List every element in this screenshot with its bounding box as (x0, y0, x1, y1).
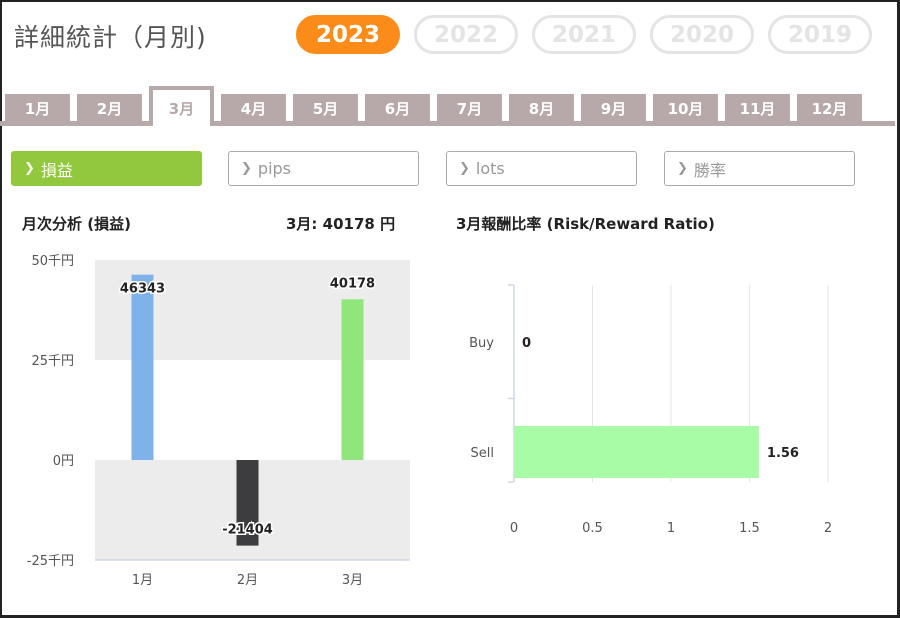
tab-month-3[interactable]: 3月 (149, 86, 214, 126)
tab-month-9[interactable]: 9月 (581, 94, 646, 122)
y-tick-label: 25千円 (31, 354, 74, 369)
monthly-pnl-chart: 50千円 25千円 0円 -25千円 46343 1月 -21404 2月 40178 3月 (27, 254, 410, 588)
tab-month-6[interactable]: 6月 (365, 94, 430, 122)
tab-month-1[interactable]: 1月 (5, 94, 70, 122)
metric-label: pips (257, 159, 291, 178)
year-2023-button[interactable]: 2023 (296, 15, 400, 54)
right-chart-title: 3月報酬比率 (Risk/Reward Ratio) (456, 215, 715, 233)
y-tick-label: Sell (471, 446, 494, 461)
data-label: 40178 (330, 276, 375, 291)
data-label: -21404 (222, 523, 273, 538)
metric-label: 損益 (40, 160, 73, 180)
bar-sell (514, 426, 759, 478)
x-tick-label: 1月 (132, 573, 153, 588)
risk-reward-chart: 0 0.5 1 1.5 2 Buy 0 Sell 1.56 (469, 284, 832, 536)
x-tick-label: 2 (824, 521, 832, 536)
chevron-right-icon: ❯ (459, 161, 470, 176)
tab-month-11[interactable]: 11月 (725, 94, 790, 122)
metric-profit-button[interactable]: ❯ 損益 (11, 151, 202, 186)
tab-month-10[interactable]: 10月 (653, 94, 718, 122)
bar-3 (341, 299, 364, 460)
metric-winrate-button[interactable]: ❯ 勝率 (664, 151, 855, 186)
y-tick-label: Buy (469, 336, 494, 351)
metric-label: 勝率 (693, 160, 726, 180)
year-2020-button[interactable]: 2020 (650, 15, 754, 54)
tab-month-4[interactable]: 4月 (221, 94, 286, 122)
year-selector: 2023 2022 2021 2020 2019 (296, 15, 872, 54)
y-tick-label: 50千円 (31, 254, 74, 269)
chevron-right-icon: ❯ (677, 161, 688, 176)
left-chart-summary: 3月: 40178 円 (286, 215, 396, 233)
metric-lots-button[interactable]: ❯ lots (446, 151, 637, 186)
data-label: 0 (522, 336, 531, 351)
year-2021-button[interactable]: 2021 (532, 15, 636, 54)
chevron-right-icon: ❯ (24, 161, 35, 176)
metric-label: lots (475, 159, 505, 178)
tab-month-12[interactable]: 12月 (797, 94, 862, 122)
x-tick-label: 0.5 (582, 521, 603, 536)
y-tick-label: 0円 (53, 454, 74, 469)
chevron-right-icon: ❯ (241, 161, 252, 176)
tab-month-7[interactable]: 7月 (437, 94, 502, 122)
bar-1 (131, 274, 154, 460)
data-label: 46343 (120, 282, 165, 297)
y-tick-label: -25千円 (27, 554, 74, 569)
data-label: 1.56 (767, 446, 799, 461)
left-chart-title: 月次分析 (損益) (22, 215, 131, 233)
tab-month-2[interactable]: 2月 (77, 94, 142, 122)
x-tick-label: 1.5 (739, 521, 760, 536)
page-title: 詳細統計（月別) (14, 23, 207, 52)
metric-pips-button[interactable]: ❯ pips (228, 151, 419, 186)
tab-month-8[interactable]: 8月 (509, 94, 574, 122)
x-tick-label: 0 (510, 521, 518, 536)
x-tick-label: 1 (667, 521, 675, 536)
x-tick-label: 2月 (237, 573, 258, 588)
x-tick-label: 3月 (342, 573, 363, 588)
year-2019-button[interactable]: 2019 (768, 15, 872, 54)
tab-month-5[interactable]: 5月 (293, 94, 358, 122)
year-2022-button[interactable]: 2022 (414, 15, 518, 54)
